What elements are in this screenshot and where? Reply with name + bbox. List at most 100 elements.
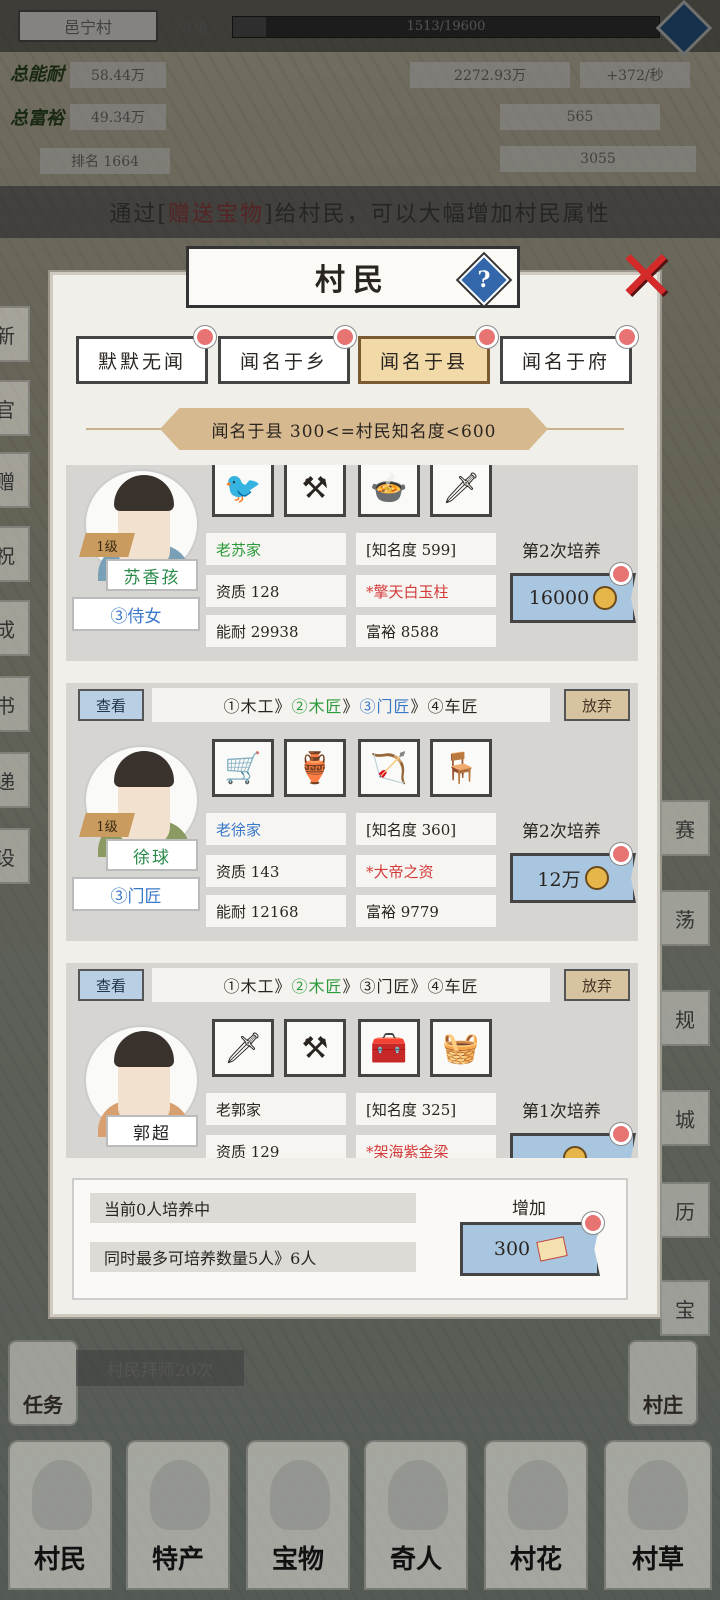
ability: 能耐 29938 [206, 615, 346, 647]
notification-dot [610, 1123, 632, 1145]
train-count: 第1次培养 [522, 1102, 601, 1122]
oddity-icon [388, 1460, 448, 1530]
aptitude: 资质 128 [206, 575, 346, 607]
villager-name: 苏香孩 [106, 559, 198, 591]
nav-label: 村花 [509, 1545, 562, 1575]
talent: *架海紫金梁 [356, 1135, 496, 1158]
path-step: ②木匠 [291, 977, 343, 996]
aptitude: 资质 129 [206, 1135, 346, 1158]
side-tag-achievement[interactable]: 成 [0, 600, 30, 656]
side-tag-gift[interactable]: 赠 [0, 452, 30, 508]
side-tag-treasure[interactable]: 宝 [660, 1280, 710, 1336]
villager-role: ③门匠 [72, 877, 200, 911]
fame-range-label: 闻名于县 300<=村民知名度<600 [160, 408, 548, 450]
train-count: 第2次培养 [522, 822, 601, 842]
side-tag-city[interactable]: 城 [660, 1090, 710, 1146]
path-arrow: 》 [274, 977, 292, 996]
nav-treasure[interactable]: 宝物 [246, 1440, 350, 1590]
nav-village-flower[interactable]: 村花 [484, 1440, 588, 1590]
career-path: ①木工 》 ②木匠 》 ③门匠 》 ④车匠 [152, 688, 550, 722]
grass-icon [628, 1460, 688, 1530]
treasure-slot[interactable]: 🗡 [212, 1019, 274, 1077]
train-cost: 16000 [528, 587, 590, 609]
notification-dot [334, 326, 356, 348]
add-cost: 300 [493, 1238, 531, 1260]
tab-unknown[interactable]: 默默无闻 [76, 336, 208, 384]
nav-village-grass[interactable]: 村草 [604, 1440, 712, 1590]
tab-township[interactable]: 闻名于乡 [218, 336, 350, 384]
treasure-slot[interactable]: 🧺 [430, 1019, 492, 1077]
path-step: ④车匠 [427, 977, 479, 996]
villager-list[interactable]: 1级 苏香孩 ③侍女 🐦 ⚒ 🍲 🗡 老苏家 [知名度 599] 资质 128 … [66, 465, 638, 1158]
side-tag-rules[interactable]: 规 [660, 990, 710, 1046]
nav-label: 特产 [151, 1545, 204, 1575]
family-name: 老郭家 [206, 1093, 346, 1125]
coin-icon [584, 866, 609, 890]
nav-label: 奇人 [389, 1545, 442, 1575]
notification-dot [194, 326, 216, 348]
task-button[interactable]: 任务 [8, 1340, 78, 1426]
nav-specialty[interactable]: 特产 [126, 1440, 230, 1590]
add-slot-button[interactable]: 300 [460, 1222, 600, 1276]
divider [86, 428, 166, 430]
villager-role: ③侍女 [72, 597, 200, 631]
notification-dot [582, 1212, 604, 1234]
path-arrow: 》 [410, 977, 428, 996]
treasure-slot[interactable]: 🏺 [284, 739, 346, 797]
treasure-slot[interactable]: ⚒ [284, 465, 346, 517]
path-step: ④车匠 [427, 697, 479, 716]
path-step: ②木匠 [291, 697, 343, 716]
treasure-slot[interactable]: 🧰 [358, 1019, 420, 1077]
tab-county[interactable]: 闻名于县 [358, 336, 490, 384]
wealth: 富裕 8588 [356, 615, 496, 647]
path-step: ①木工 [223, 697, 275, 716]
family-name: 老苏家 [206, 533, 346, 565]
notification-dot [610, 843, 632, 865]
side-tag-contest[interactable]: 赛 [660, 800, 710, 856]
avatar-hair [114, 1031, 174, 1067]
path-arrow: 》 [274, 697, 292, 716]
abandon-button[interactable]: 放弃 [564, 689, 630, 721]
ability: 能耐 12168 [206, 895, 346, 927]
path-step: ③门匠 [359, 977, 411, 996]
train-count: 第2次培养 [522, 542, 601, 562]
abandon-button[interactable]: 放弃 [564, 969, 630, 1001]
path-arrow: 》 [342, 697, 360, 716]
specialty-icon [150, 1460, 210, 1530]
side-tag-settings[interactable]: 设 [0, 828, 30, 884]
side-tag-deliver[interactable]: 递 [0, 752, 30, 808]
side-tag-official[interactable]: 官 [0, 380, 30, 436]
view-button[interactable]: 查看 [78, 689, 144, 721]
treasure-slot[interactable]: 🪑 [430, 739, 492, 797]
treasure-slot[interactable]: ⚒ [284, 1019, 346, 1077]
village-button[interactable]: 村庄 [628, 1340, 698, 1426]
nav-villagers[interactable]: 村民 [8, 1440, 112, 1590]
divider [544, 428, 624, 430]
side-tag-history[interactable]: 历 [660, 1182, 710, 1238]
career-path: ①木工 》 ②木匠 》 ③门匠 》 ④车匠 [152, 968, 550, 1002]
level-badge: 1级 [79, 533, 135, 557]
nav-oddities[interactable]: 奇人 [364, 1440, 468, 1590]
coin-icon [563, 1146, 587, 1158]
notification-dot [616, 326, 638, 348]
view-button[interactable]: 查看 [78, 969, 144, 1001]
talent: *大帝之资 [356, 855, 496, 887]
treasure-slot[interactable]: 🗡 [430, 465, 492, 517]
side-tag-blessing[interactable]: 祝 [0, 526, 30, 582]
treasure-slot[interactable]: 🛒 [212, 739, 274, 797]
task-description[interactable]: 村民拜师20次 [76, 1350, 244, 1386]
treasure-slot[interactable]: 🐦 [212, 465, 274, 517]
treasure-slot[interactable]: 🍲 [358, 465, 420, 517]
path-arrow: 》 [410, 697, 428, 716]
nav-label: 村草 [631, 1545, 684, 1575]
close-icon[interactable]: ✕ [610, 241, 682, 311]
side-tag-new[interactable]: 新 [0, 306, 30, 362]
tab-prefecture[interactable]: 闻名于府 [500, 336, 632, 384]
avatar-hair [114, 751, 174, 787]
fame-value: [知名度 599] [356, 533, 496, 565]
fame-value: [知名度 360] [356, 813, 496, 845]
side-tag-book[interactable]: 书 [0, 676, 30, 732]
villager-card: 1级 苏香孩 ③侍女 🐦 ⚒ 🍲 🗡 老苏家 [知名度 599] 资质 128 … [66, 465, 638, 661]
side-tag-sweep[interactable]: 荡 [660, 890, 710, 946]
treasure-slot[interactable]: 🏹 [358, 739, 420, 797]
